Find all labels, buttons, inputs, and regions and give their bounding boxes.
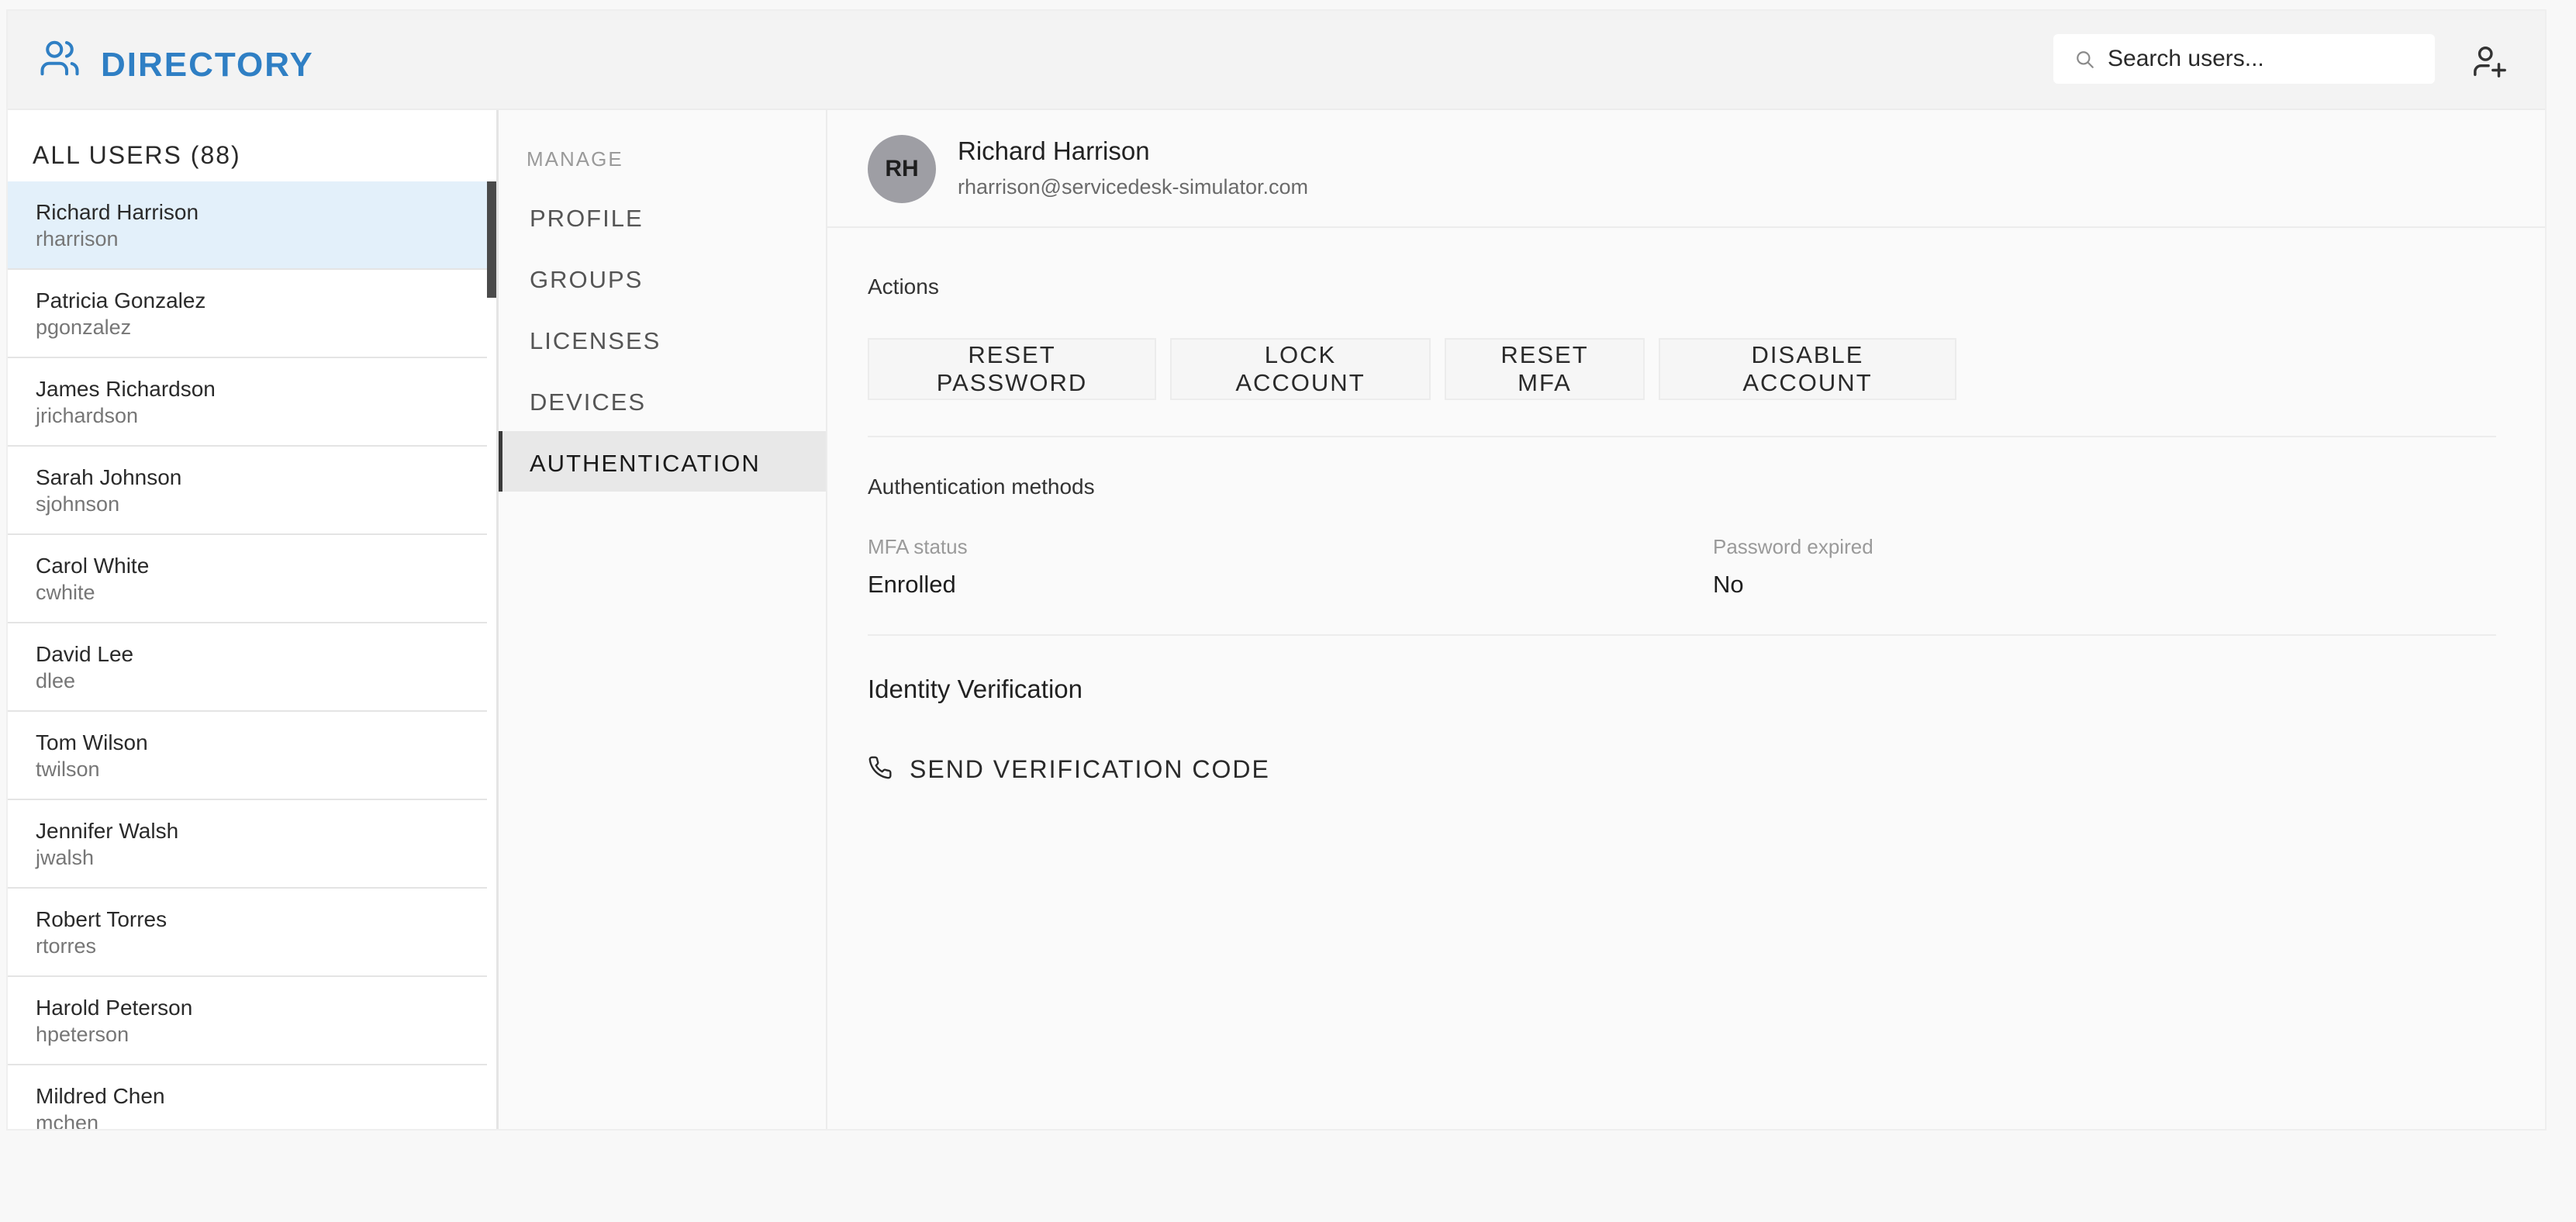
user-list-item[interactable]: Sarah Johnson sjohnson [8, 447, 487, 535]
lock-account-button[interactable]: LOCK ACCOUNT [1170, 338, 1431, 400]
user-login: mchen [36, 1111, 99, 1129]
manage-label: MANAGE [527, 147, 623, 171]
tab-licenses[interactable]: LICENSES [499, 309, 826, 369]
user-login: pgonzalez [36, 316, 132, 339]
user-login: rtorres [36, 934, 97, 958]
user-list-item[interactable]: Tom Wilson twilson [8, 712, 487, 800]
user-login: twilson [36, 758, 100, 781]
user-list: Richard Harrison rharrison Patricia Gonz… [8, 181, 487, 1129]
tab-label: GROUPS [530, 266, 644, 293]
mfa-status-value: Enrolled [868, 571, 956, 598]
search-box[interactable] [2053, 34, 2435, 84]
user-login: cwhite [36, 581, 95, 604]
user-login: jwalsh [36, 846, 95, 869]
user-list-item[interactable]: Carol White cwhite [8, 535, 487, 623]
tab-label: PROFILE [530, 205, 644, 232]
disable-account-button[interactable]: DISABLE ACCOUNT [1659, 338, 1956, 400]
user-name: Patricia Gonzalez [36, 288, 206, 312]
search-icon [2077, 51, 2094, 68]
user-detail-panel: RH Richard Harrison rharrison@servicedes… [827, 110, 2545, 1129]
user-name: Jennifer Walsh [36, 819, 179, 843]
user-name: Harold Peterson [36, 996, 193, 1020]
user-plus-icon[interactable] [2472, 43, 2508, 79]
user-name: David Lee [36, 642, 134, 666]
mfa-status-label: MFA status [868, 535, 968, 558]
user-list-header: ALL USERS (88) [33, 141, 241, 169]
user-name: Richard Harrison [36, 200, 199, 224]
tab-profile[interactable]: PROFILE [499, 186, 826, 247]
auth-methods-title: Authentication methods [868, 475, 1095, 499]
user-list-item[interactable]: David Lee dlee [8, 623, 487, 712]
reset-password-button[interactable]: RESET PASSWORD [868, 338, 1156, 400]
tab-label: AUTHENTICATION [530, 450, 761, 477]
users-icon [40, 40, 79, 76]
identity-verification-title: Identity Verification [868, 675, 1083, 703]
send-code-label: SEND VERIFICATION CODE [910, 755, 1270, 783]
user-list-item[interactable]: Harold Peterson hpeterson [8, 977, 487, 1065]
tab-label: DEVICES [530, 388, 647, 416]
divider [868, 634, 2496, 636]
user-name: Tom Wilson [36, 730, 148, 754]
user-list-panel: ALL USERS (88) Richard Harrison rharriso… [8, 110, 499, 1129]
user-list-item[interactable]: Mildred Chen mchen [8, 1065, 487, 1129]
avatar: RH [868, 135, 936, 203]
user-detail-header: RH Richard Harrison rharrison@servicedes… [827, 110, 2545, 228]
app-header: DIRECTORY [8, 11, 2545, 110]
user-list-item[interactable]: Patricia Gonzalez pgonzalez [8, 270, 487, 358]
password-expired-label: Password expired [1713, 535, 1873, 558]
tab-devices[interactable]: DEVICES [499, 370, 826, 430]
user-list-item[interactable]: Richard Harrison rharrison [8, 181, 487, 270]
manage-nav: MANAGE PROFILE GROUPS LICENSES DEVICES A… [499, 110, 827, 1129]
user-name: Sarah Johnson [36, 465, 182, 489]
reset-mfa-button[interactable]: RESET MFA [1445, 338, 1645, 400]
user-name: James Richardson [36, 377, 216, 401]
user-login: jrichardson [36, 404, 139, 427]
phone-icon [868, 756, 892, 779]
divider [868, 436, 2496, 437]
user-login: rharrison [36, 227, 119, 250]
user-list-item[interactable]: Robert Torres rtorres [8, 889, 487, 977]
user-name: Carol White [36, 554, 150, 578]
user-list-item[interactable]: Jennifer Walsh jwalsh [8, 800, 487, 889]
app-title: DIRECTORY [101, 46, 314, 84]
search-input[interactable] [2108, 34, 2418, 84]
actions-title: Actions [868, 274, 939, 299]
user-detail-email: rharrison@servicedesk-simulator.com [958, 175, 1309, 198]
tab-authentication[interactable]: AUTHENTICATION [499, 431, 826, 492]
app-window: DIRECTORY ALL USERS (88) Richard Harriso… [8, 11, 2545, 1129]
user-detail-name: Richard Harrison [958, 136, 1150, 165]
user-list-item[interactable]: James Richardson jrichardson [8, 358, 487, 447]
user-login: hpeterson [36, 1023, 129, 1046]
password-expired-value: No [1713, 571, 1744, 598]
tab-label: LICENSES [530, 327, 661, 354]
user-login: sjohnson [36, 492, 120, 516]
user-list-scrollbar[interactable] [487, 181, 496, 298]
tab-groups[interactable]: GROUPS [499, 247, 826, 308]
user-name: Mildred Chen [36, 1084, 165, 1108]
user-login: dlee [36, 669, 76, 692]
user-name: Robert Torres [36, 907, 167, 931]
